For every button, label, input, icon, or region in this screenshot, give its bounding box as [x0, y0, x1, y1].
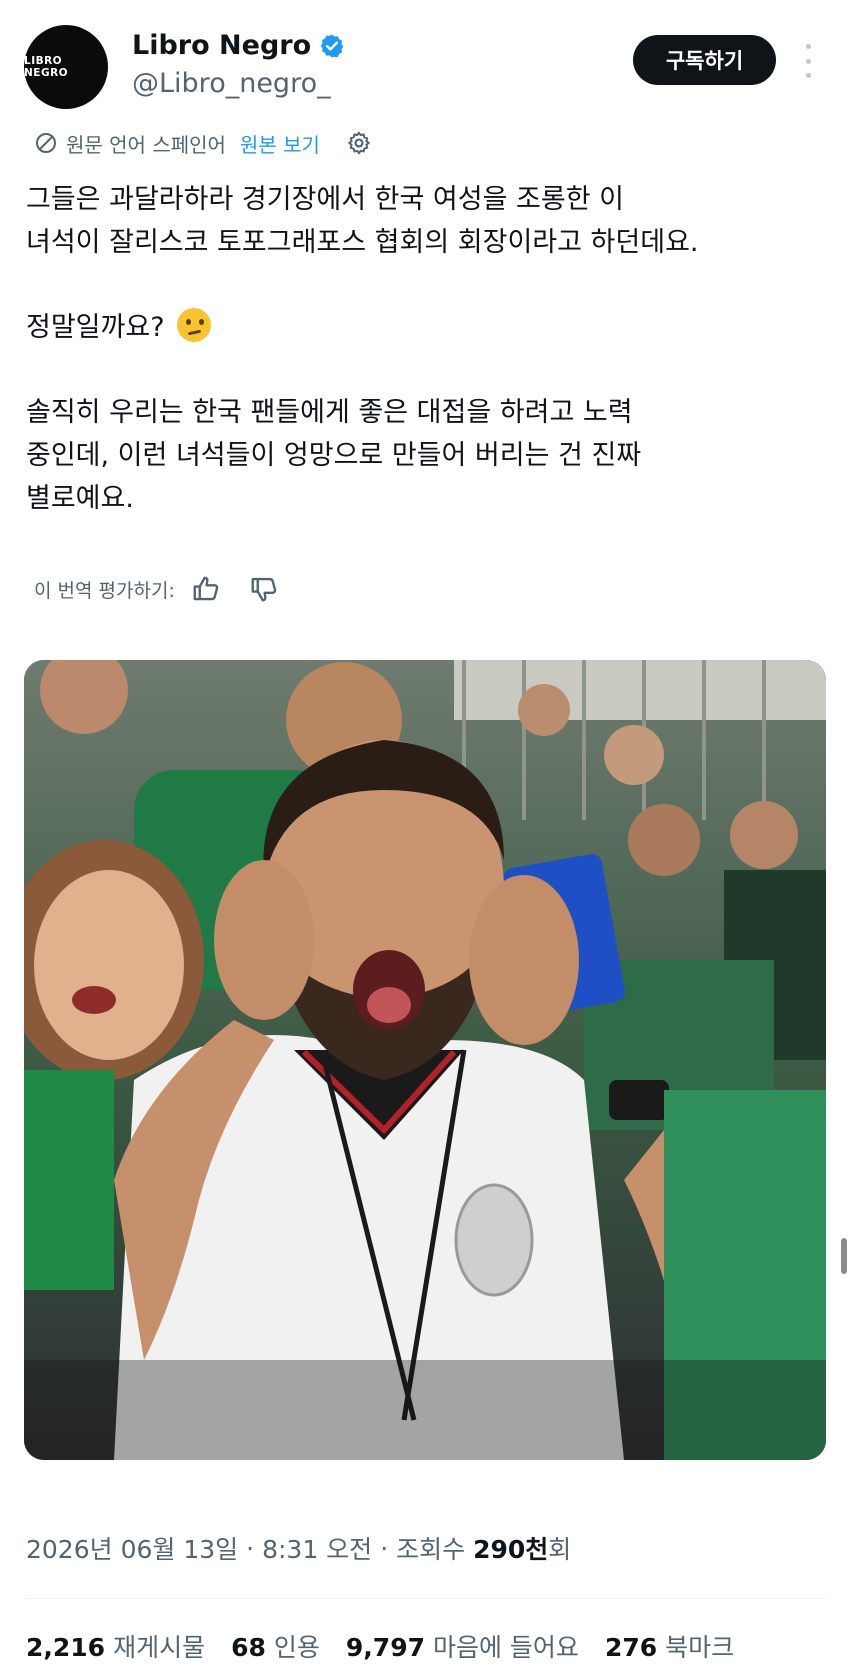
- globe-translate-icon: [36, 133, 56, 153]
- tweet-time: 8:31 오전: [262, 1535, 373, 1564]
- retweets-stat[interactable]: 2,216 재게시물: [26, 1628, 205, 1664]
- tweet-text: 그들은 과달라하라 경기장에서 한국 여성을 조롱한 이 녀석이 잘리스코 토포…: [26, 178, 826, 520]
- tweet-date: 2026년 06월 13일: [26, 1535, 239, 1564]
- account-name[interactable]: Libro Negro: [132, 30, 345, 61]
- tweet-line: 녀석이 잘리스코 토포그래포스 협회의 회장이라고 하던데요.: [26, 227, 699, 258]
- tweet-line: 정말일까요?: [26, 306, 826, 349]
- rate-translation: 이 번역 평가하기:: [34, 574, 279, 604]
- thumbs-down-icon[interactable]: [249, 574, 279, 604]
- tweet-line: 별로예요.: [26, 483, 134, 514]
- engagement-stats: 2,216 재게시물 68 인용 9,797 마음에 들어요 276 북마크: [26, 1628, 760, 1664]
- views-label: 조회수: [396, 1535, 466, 1564]
- scrollbar-thumb[interactable]: [841, 1238, 847, 1274]
- divider: [26, 1598, 826, 1599]
- subscribe-button[interactable]: 구독하기: [633, 35, 776, 85]
- views-count: 290천: [473, 1535, 549, 1564]
- account-handle[interactable]: @Libro_negro_: [132, 68, 331, 99]
- thumbs-up-icon[interactable]: [191, 574, 221, 604]
- show-original-link[interactable]: 원본 보기: [240, 129, 320, 158]
- tweet-line-text: 정말일까요?: [26, 312, 165, 343]
- tweet-meta: 2026년 06월 13일 · 8:31 오전 · 조회수 290천 회: [26, 1530, 571, 1566]
- display-name: Libro Negro: [132, 30, 312, 61]
- verified-badge-icon: [320, 34, 344, 57]
- tweet-line: 솔직히 우리는 한국 팬들에게 좋은 대접을 하려고 노력: [26, 397, 633, 428]
- quotes-stat[interactable]: 68 인용: [231, 1628, 320, 1664]
- more-icon[interactable]: [800, 44, 816, 78]
- tweet-photo[interactable]: [24, 660, 826, 1460]
- views-suffix: 회: [548, 1535, 572, 1564]
- gear-icon[interactable]: [346, 130, 372, 156]
- translation-bar: 원문 언어 스페인어 원본 보기: [34, 128, 372, 158]
- translation-source-label: 원문 언어 스페인어: [66, 132, 226, 157]
- avatar[interactable]: LIBRO NEGRO: [24, 25, 108, 109]
- avatar-logo-text: LIBRO NEGRO: [24, 55, 69, 79]
- rate-translation-label: 이 번역 평가하기:: [34, 579, 175, 602]
- thinking-face-emoji-icon: [177, 308, 212, 342]
- tweet-line: 그들은 과달라하라 경기장에서 한국 여성을 조롱한 이: [26, 184, 624, 215]
- bookmarks-stat[interactable]: 276 북마크: [605, 1628, 734, 1664]
- photo-illustration: [24, 660, 826, 1460]
- tweet-line: 중인데, 이런 녀석들이 엉망으로 만들어 버리는 건 진짜: [26, 440, 642, 471]
- likes-stat[interactable]: 9,797 마음에 들어요: [346, 1628, 579, 1664]
